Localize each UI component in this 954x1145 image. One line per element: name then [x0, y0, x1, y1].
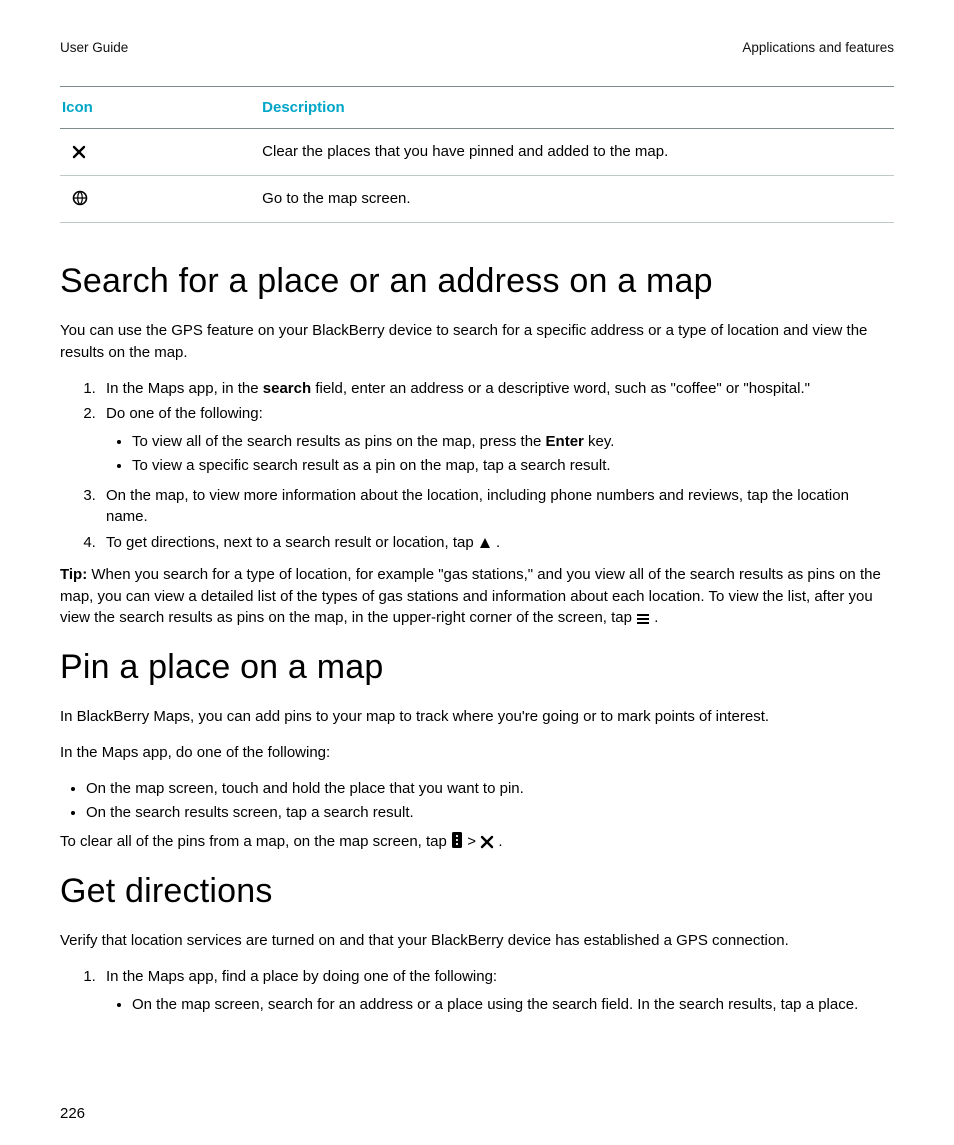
- globe-icon: [72, 190, 88, 206]
- bullet-item: On the search results screen, tap a sear…: [86, 802, 894, 824]
- table-row: Go to the map screen.: [60, 176, 894, 223]
- close-icon: [480, 835, 494, 849]
- steps-search-place: In the Maps app, in the search field, en…: [60, 378, 894, 554]
- triangle-up-icon: [478, 536, 492, 550]
- step-item: To get directions, next to a search resu…: [100, 532, 894, 554]
- step-item: In the Maps app, find a place by doing o…: [100, 966, 894, 1016]
- step-text: .: [496, 534, 500, 551]
- bullet-item: To view a specific search result as a pi…: [132, 455, 894, 477]
- heading-get-directions: Get directions: [60, 867, 894, 916]
- bold-text: Enter: [546, 433, 584, 450]
- header-right: Applications and features: [742, 38, 894, 58]
- bullet-text: To view all of the search results as pin…: [132, 433, 546, 450]
- steps-get-directions: In the Maps app, find a place by doing o…: [60, 966, 894, 1016]
- table-row: Clear the places that you have pinned an…: [60, 129, 894, 176]
- step-item: In the Maps app, in the search field, en…: [100, 378, 894, 400]
- table-header-description: Description: [260, 86, 894, 129]
- separator: >: [467, 833, 480, 850]
- text: To clear all of the pins from a map, on …: [60, 833, 451, 850]
- bold-text: search: [263, 380, 311, 397]
- table-cell-desc: Clear the places that you have pinned an…: [260, 129, 894, 176]
- lead-text: In the Maps app, do one of the following…: [60, 742, 894, 764]
- bullet-item: On the map screen, search for an address…: [132, 994, 894, 1016]
- tip-body: .: [650, 609, 658, 626]
- tip-label: Tip:: [60, 566, 91, 583]
- heading-search-place: Search for a place or an address on a ma…: [60, 257, 894, 306]
- intro-text: Verify that location services are turned…: [60, 930, 894, 952]
- icon-table: Icon Description Clear the places that y…: [60, 86, 894, 223]
- header-left: User Guide: [60, 38, 128, 58]
- bullet-item: On the map screen, touch and hold the pl…: [86, 778, 894, 800]
- step-text: field, enter an address or a descriptive…: [311, 380, 810, 397]
- bullet-item: To view all of the search results as pin…: [132, 431, 894, 453]
- step-text: In the Maps app, in the: [106, 380, 263, 397]
- page-number: 226: [60, 1103, 85, 1125]
- step-item: On the map, to view more information abo…: [100, 485, 894, 529]
- step-text: In the Maps app, find a place by doing o…: [106, 968, 497, 985]
- menu-lines-icon: [636, 613, 650, 625]
- text: .: [498, 833, 502, 850]
- bullet-text: key.: [584, 433, 615, 450]
- tip-paragraph: Tip: When you search for a type of locat…: [60, 564, 894, 629]
- step-text: To get directions, next to a search resu…: [106, 534, 478, 551]
- step-item: Do one of the following: To view all of …: [100, 403, 894, 476]
- intro-text: In BlackBerry Maps, you can add pins to …: [60, 706, 894, 728]
- close-icon: [72, 145, 86, 159]
- tip-body: When you search for a type of location, …: [60, 566, 881, 627]
- heading-pin-place: Pin a place on a map: [60, 643, 894, 692]
- more-vert-icon: [451, 831, 463, 849]
- table-header-icon: Icon: [60, 86, 260, 129]
- intro-text: You can use the GPS feature on your Blac…: [60, 320, 894, 364]
- step-text: Do one of the following:: [106, 405, 263, 422]
- table-cell-desc: Go to the map screen.: [260, 176, 894, 223]
- clear-pins-text: To clear all of the pins from a map, on …: [60, 831, 894, 853]
